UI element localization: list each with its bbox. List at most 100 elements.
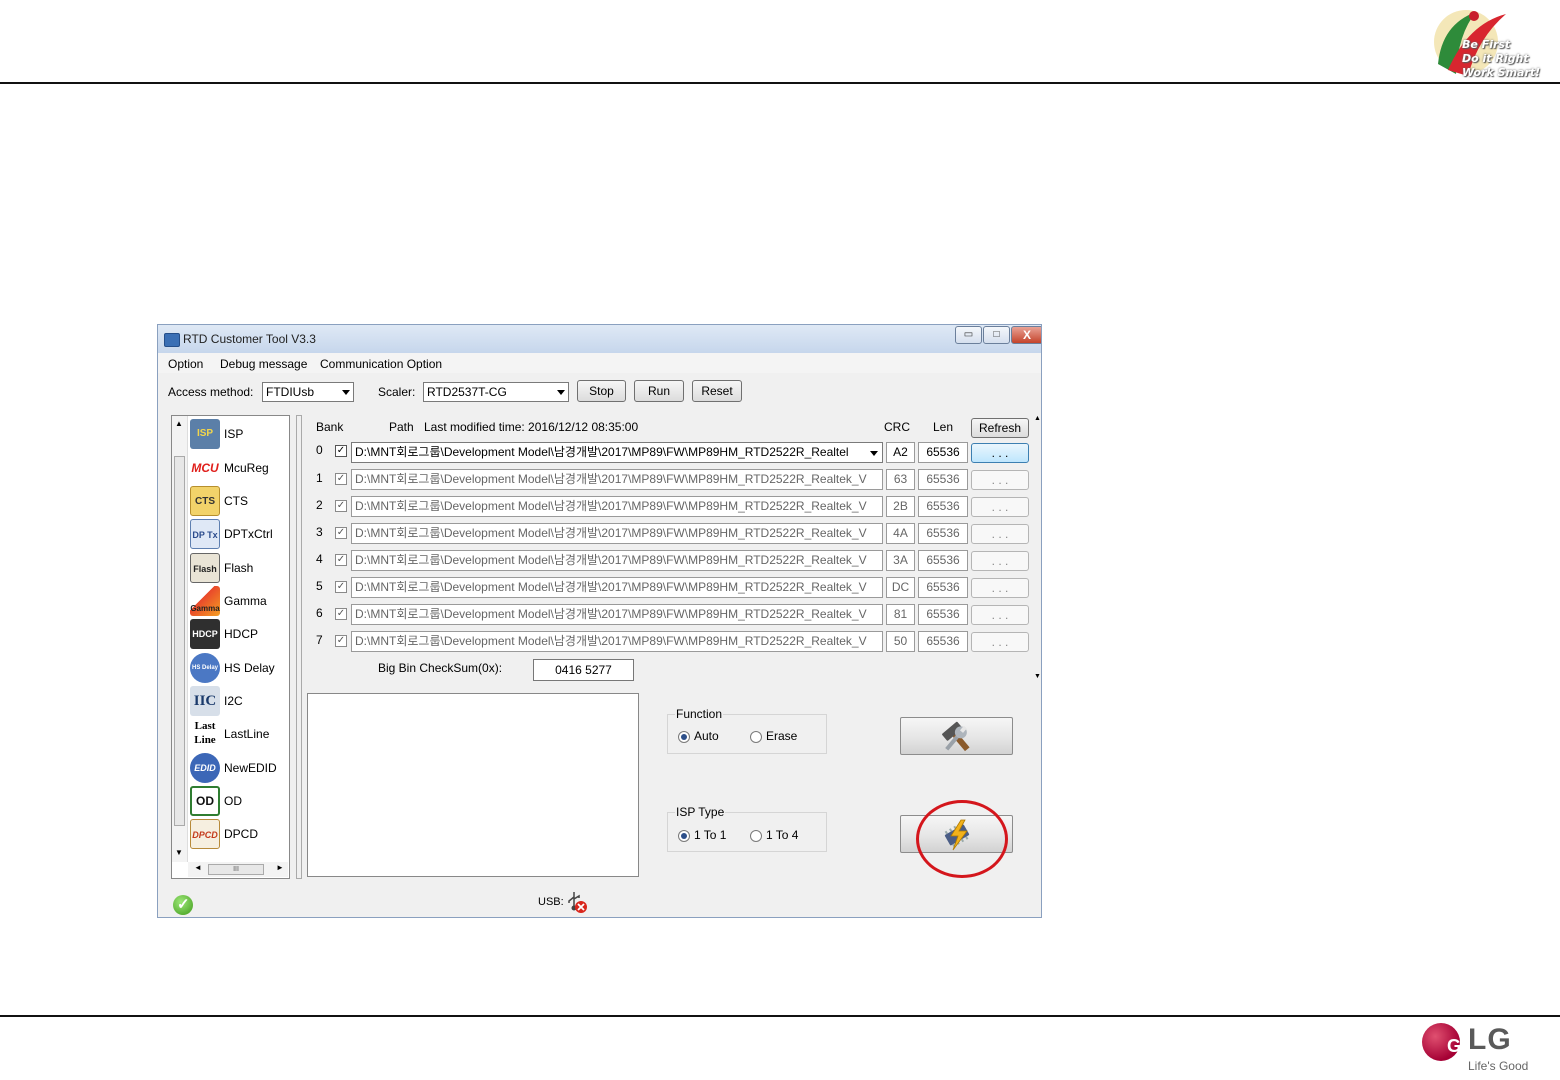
bank-len: 65536: [918, 496, 968, 517]
bank-enable-checkbox[interactable]: ✓: [335, 581, 347, 593]
menu-debug-message[interactable]: Debug message: [220, 357, 307, 371]
scroll-down-icon[interactable]: ▼: [1034, 673, 1041, 680]
bank-enable-checkbox[interactable]: ✓: [335, 527, 347, 539]
browse-button[interactable]: . . .: [971, 605, 1029, 625]
bank-len: 65536: [918, 631, 968, 652]
tree-item-dptxctrl[interactable]: DP Tx DPTxCtrl: [189, 518, 289, 550]
reset-button[interactable]: Reset: [692, 380, 742, 402]
isp-type-1to1-radio[interactable]: [678, 830, 690, 842]
browse-button[interactable]: . . .: [971, 551, 1029, 571]
minimize-button[interactable]: ▭: [955, 326, 982, 344]
bank-path-field[interactable]: D:\MNT회로그룹\Development Model\남경개발\2017\M…: [351, 496, 883, 517]
gamma-icon: Gamma: [190, 586, 220, 616]
bank-path-field[interactable]: D:\MNT회로그룹\Development Model\남경개발\2017\M…: [351, 577, 883, 598]
scroll-up-icon[interactable]: ▲: [1034, 415, 1041, 422]
tree-item-newedid[interactable]: EDID NewEDID: [189, 752, 289, 784]
menu-option[interactable]: Option: [168, 357, 203, 371]
tree-item-dpcd[interactable]: DPCD DPCD: [189, 818, 289, 850]
tree-item-lastline[interactable]: Last Line LastLine: [189, 718, 289, 750]
i2c-icon: IIC: [190, 686, 220, 716]
dptx-icon: DP Tx: [190, 519, 220, 549]
bank-path-field[interactable]: D:\MNT회로그룹\Development Model\남경개발\2017\M…: [351, 550, 883, 571]
run-button[interactable]: Run: [634, 380, 684, 402]
function-auto-label[interactable]: Auto: [694, 729, 719, 743]
function-tree[interactable]: ▲ ▼ ISP ISP MCU McuReg CTS CTS DP Tx DPT…: [171, 415, 290, 879]
cts-icon: CTS: [190, 486, 220, 516]
bank-path-field[interactable]: D:\MNT회로그룹\Development Model\남경개발\2017\M…: [351, 604, 883, 625]
tool-settings-button[interactable]: [900, 717, 1013, 755]
refresh-button[interactable]: Refresh: [971, 418, 1029, 438]
browse-button[interactable]: . . .: [971, 497, 1029, 517]
bank-path-field[interactable]: D:\MNT회로그룹\Development Model\남경개발\2017\M…: [351, 523, 883, 544]
tree-hscroll-thumb[interactable]: III: [208, 864, 264, 875]
scroll-right-icon[interactable]: ►: [276, 863, 284, 872]
isp-type-1to1-label[interactable]: 1 To 1: [694, 828, 726, 842]
tree-item-od[interactable]: OD OD: [189, 785, 289, 817]
menu-bar: Option Debug message Communication Optio…: [158, 353, 1041, 373]
bank-crc: 50: [886, 631, 915, 652]
od-icon: OD: [190, 786, 220, 816]
bank-enable-checkbox[interactable]: ✓: [335, 608, 347, 620]
maximize-button[interactable]: □: [983, 326, 1010, 344]
scroll-up-icon[interactable]: ▲: [175, 419, 183, 428]
lg-logo: G LG Life's Good: [1410, 1016, 1550, 1079]
grid-vertical-scrollbar[interactable]: ▲ ▼: [1034, 415, 1041, 683]
browse-button[interactable]: . . .: [971, 578, 1029, 598]
tree-item-gamma[interactable]: Gamma Gamma: [189, 585, 289, 617]
close-button[interactable]: X: [1011, 326, 1041, 344]
function-auto-radio[interactable]: [678, 731, 690, 743]
dpcd-icon: DPCD: [190, 819, 220, 849]
bank-crc: 2B: [886, 496, 915, 517]
menu-communication-option[interactable]: Communication Option: [320, 357, 442, 371]
chevron-down-icon: [557, 390, 565, 395]
slogan-line-3: Work Smart!: [1462, 66, 1541, 79]
scroll-left-icon[interactable]: ◄: [194, 863, 202, 872]
title-bar[interactable]: RTD Customer Tool V3.3 ▭ □ X: [158, 325, 1041, 353]
isp-type-1to4-label[interactable]: 1 To 4: [766, 828, 798, 842]
log-output-box[interactable]: [307, 693, 639, 877]
bank-enable-checkbox[interactable]: ✓: [335, 635, 347, 647]
bank-path-field[interactable]: D:\MNT회로그룹\Development Model\남경개발\2017\M…: [351, 469, 883, 490]
bank-enable-checkbox[interactable]: ✓: [335, 500, 347, 512]
browse-button[interactable]: . . .: [971, 632, 1029, 652]
stop-button[interactable]: Stop: [577, 380, 626, 402]
tree-horizontal-scrollbar[interactable]: ◄ III ►: [188, 862, 288, 877]
scaler-select[interactable]: RTD2537T-CG: [423, 382, 569, 402]
tree-item-isp[interactable]: ISP ISP: [189, 418, 289, 450]
tree-item-cts[interactable]: CTS CTS: [189, 485, 289, 517]
tree-item-flash[interactable]: Flash Flash: [189, 552, 289, 584]
hammer-wrench-icon: [942, 721, 970, 752]
tree-item-i2c[interactable]: IIC I2C: [189, 685, 289, 717]
tree-vertical-scrollbar[interactable]: ▲ ▼: [172, 416, 188, 862]
bank-path-field[interactable]: D:\MNT회로그룹\Development Model\남경개발\2017\M…: [351, 631, 883, 652]
bank-enable-checkbox[interactable]: ✓: [335, 445, 347, 457]
bank-crc: 81: [886, 604, 915, 625]
tree-item-hdcp[interactable]: HDCP HDCP: [189, 618, 289, 650]
connected-check-icon: [173, 895, 193, 915]
bank-enable-checkbox[interactable]: ✓: [335, 473, 347, 485]
panel-splitter[interactable]: [296, 415, 302, 879]
bank-len: 65536: [918, 604, 968, 625]
browse-button[interactable]: . . .: [971, 524, 1029, 544]
lg-face-icon: G: [1422, 1023, 1461, 1061]
browse-button[interactable]: . . .: [971, 443, 1029, 463]
access-method-select[interactable]: FTDIUsb: [262, 382, 354, 402]
top-divider: [0, 82, 1560, 84]
function-erase-label[interactable]: Erase: [766, 729, 797, 743]
isp-type-1to4-radio[interactable]: [750, 830, 762, 842]
browse-button[interactable]: . . .: [971, 470, 1029, 490]
tree-item-hs-delay[interactable]: HS Delay HS Delay: [189, 652, 289, 684]
lastline-icon: Last Line: [190, 719, 220, 749]
bank-len: 65536: [918, 469, 968, 490]
bank-enable-checkbox[interactable]: ✓: [335, 554, 347, 566]
scroll-down-icon[interactable]: ▼: [175, 848, 183, 857]
function-erase-radio[interactable]: [750, 731, 762, 743]
bottom-divider: [0, 1015, 1560, 1017]
bank-crc: DC: [886, 577, 915, 598]
tree-item-mcureg[interactable]: MCU McuReg: [189, 452, 289, 484]
tree-scroll-thumb[interactable]: [174, 456, 185, 826]
isp-type-group-title: ISP Type: [675, 805, 726, 819]
bank-len: 65536: [918, 442, 968, 463]
bank-path-select[interactable]: D:\MNT회로그룹\Development Model\남경개발\2017\M…: [351, 442, 883, 463]
bank-len: 65536: [918, 523, 968, 544]
